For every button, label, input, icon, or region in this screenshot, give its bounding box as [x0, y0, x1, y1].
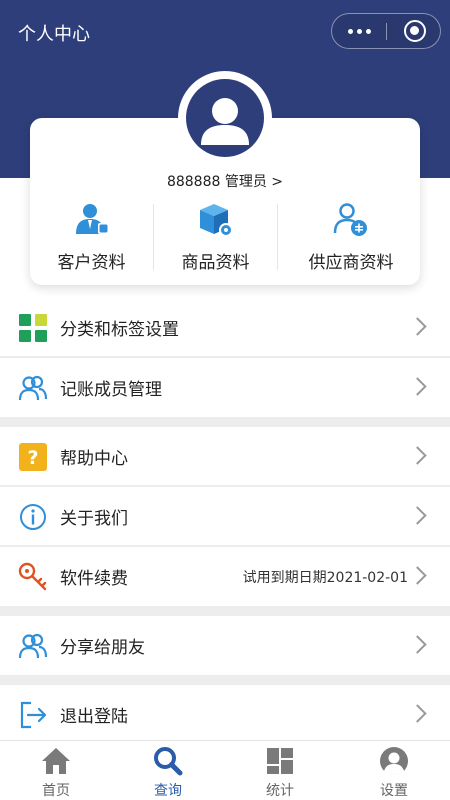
- tab-stats[interactable]: 统计: [224, 741, 336, 800]
- more-menu-button[interactable]: [332, 14, 386, 48]
- chevron-right-icon: [408, 704, 427, 723]
- chevron-right-icon: [408, 446, 427, 465]
- bottom-tab-bar: 首页 查询 统计 设置: [0, 740, 450, 800]
- menu-item-label: 分享给朋友: [60, 638, 145, 658]
- avatar[interactable]: [178, 71, 272, 165]
- menu-item-label: 分类和标签设置: [60, 320, 179, 340]
- chevron-right-icon: [408, 506, 427, 525]
- user-info-link[interactable]: 888888 管理员 >: [30, 171, 420, 191]
- close-target-icon[interactable]: [404, 20, 426, 42]
- menu-item-help[interactable]: ? 帮助中心: [0, 427, 450, 486]
- tab-settings[interactable]: 设置: [338, 741, 450, 800]
- menu-item-category-settings[interactable]: 分类和标签设置: [0, 298, 450, 357]
- share-friends-icon: [18, 631, 48, 661]
- quick-action-customer[interactable]: 客户资料: [30, 200, 153, 276]
- quick-action-label: 商品资料: [181, 253, 250, 273]
- capsule-divider: [386, 23, 387, 40]
- customer-icon: [74, 202, 110, 238]
- quick-action-product[interactable]: 商品资料: [154, 200, 277, 276]
- menu-item-renewal[interactable]: 软件续费 试用到期日期2021-02-01: [0, 547, 450, 606]
- search-icon: [152, 746, 184, 776]
- product-box-icon: [198, 202, 234, 238]
- chevron-right-icon: [408, 566, 427, 585]
- menu-item-about[interactable]: 关于我们: [0, 487, 450, 546]
- tab-label: 统计: [266, 783, 294, 799]
- chevron-right-icon: [408, 317, 427, 336]
- quick-action-label: 客户资料: [57, 253, 126, 273]
- chevron-right-icon: [408, 635, 427, 654]
- more-dots-icon: [347, 28, 353, 34]
- tab-label: 首页: [42, 783, 70, 799]
- members-icon: [18, 373, 48, 403]
- avatar-image: [186, 79, 264, 157]
- menu-item-label: 帮助中心: [60, 449, 128, 469]
- tab-home[interactable]: 首页: [0, 741, 112, 800]
- divider: [277, 204, 278, 270]
- menu-item-share[interactable]: 分享给朋友: [0, 616, 450, 675]
- quick-action-supplier[interactable]: 供应商资料: [282, 200, 420, 276]
- logout-icon: [18, 700, 48, 730]
- menu-item-label: 软件续费: [60, 569, 128, 589]
- supplier-icon: [333, 202, 369, 238]
- stats-icon: [264, 746, 296, 776]
- menu-item-members[interactable]: 记账成员管理: [0, 358, 450, 417]
- svg-text:?: ?: [27, 447, 38, 469]
- help-icon: ?: [18, 442, 48, 472]
- menu-item-label: 关于我们: [60, 509, 128, 529]
- menu-item-logout[interactable]: 退出登陆: [0, 685, 450, 740]
- quick-action-label: 供应商资料: [308, 253, 394, 273]
- home-icon: [40, 746, 72, 776]
- settings-user-icon: [378, 746, 410, 776]
- chevron-right-icon: [408, 377, 427, 396]
- trial-expiry-text: 试用到期日期2021-02-01: [242, 570, 408, 586]
- renew-key-icon: [18, 562, 48, 592]
- page-title: 个人中心: [18, 24, 90, 45]
- tab-label: 设置: [380, 783, 408, 799]
- category-grid-icon: [18, 313, 48, 343]
- tab-search[interactable]: 查询: [112, 741, 224, 800]
- tab-label: 查询: [154, 783, 182, 799]
- menu-item-label: 退出登陆: [60, 707, 128, 727]
- menu-item-label: 记账成员管理: [60, 380, 162, 400]
- miniprogram-capsule: [331, 13, 441, 49]
- user-silhouette-icon: [201, 98, 249, 145]
- info-icon: [18, 502, 48, 532]
